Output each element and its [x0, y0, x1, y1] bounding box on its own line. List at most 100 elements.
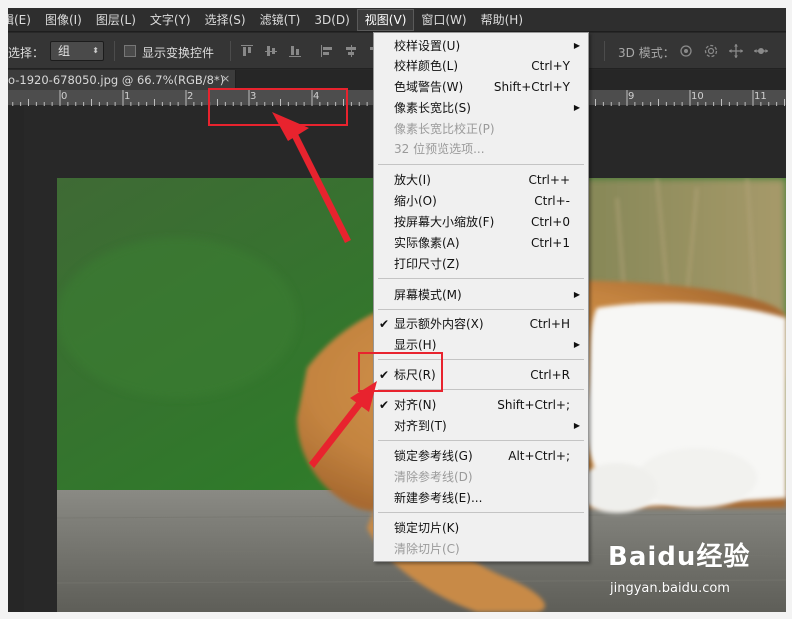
- menu-item-label: 像素长宽比校正(P): [394, 122, 495, 136]
- menu-item-actual-pixels[interactable]: 实际像素(A) Ctrl+1: [374, 233, 588, 253]
- ruler-number: 10: [691, 91, 704, 102]
- menu-item-shortcut: Ctrl+H: [529, 317, 570, 331]
- menu-item-label: 按屏幕大小缩放(F): [394, 215, 495, 229]
- show-transform-checkbox[interactable]: [124, 45, 136, 57]
- menu-select[interactable]: 选择(S): [198, 9, 253, 31]
- menu-item-lock-guides[interactable]: 锁定参考线(G) Alt+Ctrl+;: [374, 446, 588, 466]
- menu-item-label: 色域警告(W): [394, 80, 464, 94]
- menu-item-snap-to[interactable]: 对齐到(T) ▶: [374, 416, 588, 436]
- menu-item-lock-slices[interactable]: 锁定切片(K): [374, 518, 588, 538]
- menu-item-proof-colors[interactable]: 校样颜色(L) Ctrl+Y: [374, 56, 588, 76]
- close-icon[interactable]: ×: [221, 72, 230, 85]
- menu-item-pixel-aspect-correction: 像素长宽比校正(P): [374, 119, 588, 139]
- document-tab-title: o-1920-678050.jpg @ 66.7%(RGB/8*): [8, 73, 225, 87]
- menu-item-shortcut: Ctrl+1: [530, 236, 570, 250]
- divider: [230, 41, 231, 61]
- menu-item-screen-mode[interactable]: 屏幕模式(M) ▶: [374, 285, 588, 305]
- menu-item-new-guide[interactable]: 新建参考线(E)...: [374, 488, 588, 508]
- menu-separator: [378, 512, 584, 513]
- menu-item-snap[interactable]: ✔ 对齐(N) Shift+Ctrl+;: [374, 395, 588, 415]
- menu-item-label: 放大(I): [394, 173, 431, 187]
- menu-item-label: 对齐到(T): [394, 419, 447, 433]
- menu-item-label: 屏幕模式(M): [394, 288, 462, 302]
- menu-item-label: 对齐(N): [394, 398, 437, 412]
- 3d-pan-icon[interactable]: [728, 43, 744, 59]
- menu-separator: [378, 278, 584, 279]
- align-vcenter-icon[interactable]: [264, 44, 278, 58]
- menu-window[interactable]: 窗口(W): [414, 9, 473, 31]
- submenu-arrow-icon: ▶: [573, 290, 580, 299]
- menu-item-gamut-warning[interactable]: 色域警告(W) Shift+Ctrl+Y: [374, 77, 588, 97]
- ruler-number: 9: [628, 91, 635, 102]
- submenu-arrow-icon: ▶: [573, 340, 580, 349]
- menu-item-extras[interactable]: ✔ 显示额外内容(X) Ctrl+H: [374, 314, 588, 334]
- 3d-mode-label: 3D 模式：: [618, 46, 675, 60]
- menu-item-label: 32 位预览选项...: [394, 142, 485, 156]
- menu-item-fit-on-screen[interactable]: 按屏幕大小缩放(F) Ctrl+0: [374, 212, 588, 232]
- menu-3d[interactable]: 3D(D): [307, 9, 356, 31]
- menu-item-label: 打印尺寸(Z): [394, 257, 460, 271]
- menu-item-32bit-preview: 32 位预览选项...: [374, 139, 588, 159]
- menu-item-label: 清除参考线(D): [394, 470, 473, 484]
- ruler-number: 0: [61, 91, 68, 102]
- ruler-number: 1: [124, 91, 131, 102]
- align-hcenter-icon[interactable]: [344, 44, 358, 58]
- photoshop-window: 辑(E) 图像(I) 图层(L) 文字(Y) 选择(S) 滤镜(T) 3D(D)…: [8, 8, 786, 612]
- menu-separator: [378, 440, 584, 441]
- menu-item-pixel-aspect-ratio[interactable]: 像素长宽比(S) ▶: [374, 98, 588, 118]
- menu-item-label: 实际像素(A): [394, 236, 460, 250]
- menu-layer[interactable]: 图层(L): [89, 9, 143, 31]
- document-tab[interactable]: o-1920-678050.jpg @ 66.7%(RGB/8*) ×: [8, 70, 236, 90]
- menu-item-zoom-in[interactable]: 放大(I) Ctrl++: [374, 170, 588, 190]
- checkmark-icon: ✔: [379, 317, 390, 331]
- auto-select-label: 选择：: [8, 46, 45, 60]
- menu-item-shortcut: Shift+Ctrl+Y: [493, 80, 570, 94]
- 3d-roll-icon[interactable]: [703, 43, 719, 59]
- menu-item-label: 校样设置(U): [394, 39, 461, 53]
- menu-item-shortcut: Ctrl++: [528, 173, 570, 187]
- menu-item-label: 锁定切片(K): [394, 521, 460, 535]
- submenu-arrow-icon: ▶: [573, 41, 580, 50]
- menu-separator: [378, 309, 584, 310]
- menu-item-shortcut: Ctrl+0: [530, 215, 570, 229]
- menu-item-label: 清除切片(C): [394, 542, 460, 556]
- view-menu-dropdown: 校样设置(U) ▶ 校样颜色(L) Ctrl+Y 色域警告(W) Shift+C…: [373, 32, 589, 562]
- watermark-logo: Baidu经验: [608, 542, 751, 572]
- divider: [114, 41, 115, 61]
- align-top-icon[interactable]: [240, 44, 254, 58]
- menu-item-proof-setup[interactable]: 校样设置(U) ▶: [374, 36, 588, 56]
- menu-item-shortcut: Shift+Ctrl+;: [497, 398, 570, 412]
- menu-item-label: 缩小(O): [394, 194, 437, 208]
- vertical-ruler[interactable]: [8, 106, 24, 612]
- auto-select-dropdown[interactable]: 组 ⬍: [50, 41, 104, 61]
- menu-item-label: 显示额外内容(X): [394, 317, 484, 331]
- menu-bar: 辑(E) 图像(I) 图层(L) 文字(Y) 选择(S) 滤镜(T) 3D(D)…: [8, 8, 786, 32]
- menu-view[interactable]: 视图(V): [356, 8, 415, 31]
- menu-item-label: 像素长宽比(S): [394, 101, 471, 115]
- 3d-orbit-icon[interactable]: [678, 43, 694, 59]
- menu-item-zoom-out[interactable]: 缩小(O) Ctrl+-: [374, 191, 588, 211]
- menu-item-print-size[interactable]: 打印尺寸(Z): [374, 254, 588, 274]
- chevron-updown-icon: ⬍: [92, 46, 99, 55]
- menu-separator: [378, 164, 584, 165]
- menu-item-clear-slices: 清除切片(C): [374, 539, 588, 559]
- menu-filter[interactable]: 滤镜(T): [253, 9, 308, 31]
- watermark-url: jingyan.baidu.com: [610, 581, 730, 596]
- ruler-number: 2: [187, 91, 194, 102]
- annotation-box-ruler: [208, 88, 348, 126]
- menu-item-label: 校样颜色(L): [394, 59, 459, 73]
- align-bottom-icon[interactable]: [288, 44, 302, 58]
- 3d-slide-icon[interactable]: [753, 43, 769, 59]
- menu-image[interactable]: 图像(I): [38, 9, 89, 31]
- submenu-arrow-icon: ▶: [573, 421, 580, 430]
- annotation-box-rulers-item: [358, 352, 443, 392]
- menu-item-shortcut: Ctrl+R: [530, 368, 570, 382]
- submenu-arrow-icon: ▶: [573, 103, 580, 112]
- checkmark-icon: ✔: [379, 398, 390, 412]
- menu-help[interactable]: 帮助(H): [474, 9, 530, 31]
- menu-item-clear-guides: 清除参考线(D): [374, 467, 588, 487]
- align-left-icon[interactable]: [320, 44, 334, 58]
- menu-edit[interactable]: 辑(E): [8, 9, 38, 31]
- menu-type[interactable]: 文字(Y): [143, 9, 198, 31]
- menu-item-label: 新建参考线(E)...: [394, 491, 483, 505]
